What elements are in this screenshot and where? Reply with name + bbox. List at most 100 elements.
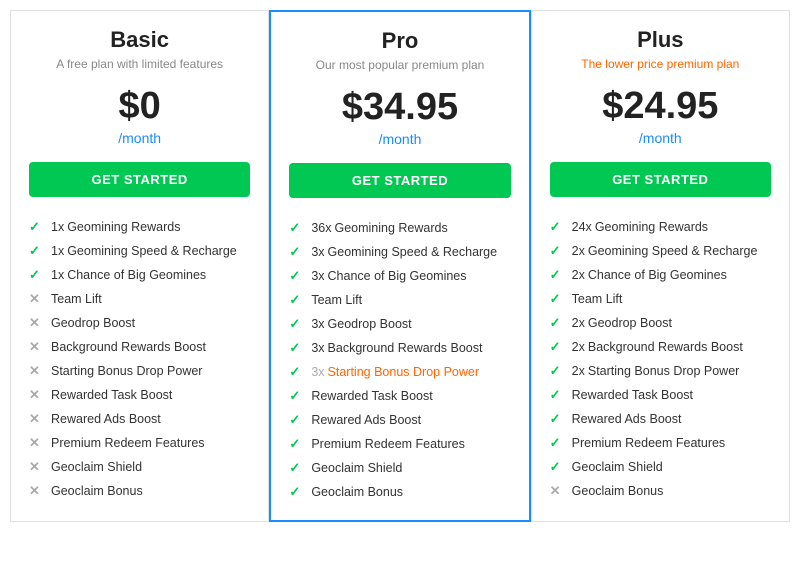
list-item: ✕ Geoclaim Bonus (29, 479, 250, 503)
get-started-button-basic[interactable]: GET STARTED (29, 162, 250, 197)
feature-text: Team Lift (572, 292, 623, 306)
feature-multiplier: 24x (572, 220, 592, 234)
plan-card-plus: PlusThe lower price premium plan$24.95/m… (531, 10, 790, 522)
feature-text: Premium Redeem Features (311, 437, 465, 451)
feature-multiplier: 2x (572, 244, 585, 258)
cross-icon: ✕ (29, 315, 45, 331)
list-item: ✓ 3x Geomining Speed & Recharge (289, 240, 510, 264)
feature-text: Geoclaim Bonus (572, 484, 664, 498)
plan-tagline-pro: Our most popular premium plan (289, 58, 510, 72)
check-icon: ✓ (550, 435, 566, 451)
check-icon: ✓ (289, 292, 305, 308)
list-item: ✓Rewarded Task Boost (289, 384, 510, 408)
feature-multiplier: 1x (51, 244, 64, 258)
feature-text: Background Rewards Boost (328, 341, 483, 355)
list-item: ✓ 2x Background Rewards Boost (550, 335, 771, 359)
list-item: ✓ 1x Geomining Speed & Recharge (29, 239, 250, 263)
feature-multiplier: 3x (311, 245, 324, 259)
check-icon: ✓ (550, 411, 566, 427)
feature-text: Geomining Speed & Recharge (328, 245, 498, 259)
feature-text: Rewared Ads Boost (51, 412, 161, 426)
list-item: ✕ Geoclaim Bonus (550, 479, 771, 503)
feature-text: Geomining Rewards (595, 220, 708, 234)
cross-icon: ✕ (29, 411, 45, 427)
plan-price-plus: $24.95 (550, 85, 771, 128)
cross-icon: ✕ (29, 483, 45, 499)
plan-card-basic: BasicA free plan with limited features$0… (10, 10, 269, 522)
feature-text: Geoclaim Bonus (311, 485, 403, 499)
get-started-button-pro[interactable]: GET STARTED (289, 163, 510, 198)
list-item: ✓ Team Lift (289, 288, 510, 312)
check-icon: ✓ (550, 459, 566, 475)
feature-text: Geodrop Boost (588, 316, 672, 330)
plan-period-pro: /month (289, 131, 510, 147)
cross-icon: ✕ (550, 483, 566, 499)
feature-text: Chance of Big Geomines (67, 268, 206, 282)
check-icon: ✓ (550, 387, 566, 403)
pricing-container: BasicA free plan with limited features$0… (0, 10, 800, 522)
list-item: ✓3x Geodrop Boost (289, 312, 510, 336)
feature-text: Geomining Speed & Recharge (588, 244, 758, 258)
features-list-pro: ✓ 36x Geomining Rewards ✓ 3x Geomining Spee… (289, 216, 510, 504)
feature-text: Team Lift (311, 293, 362, 307)
plan-name-pro: Pro (289, 28, 510, 54)
feature-text: Rewarded Task Boost (311, 389, 432, 403)
plan-period-plus: /month (550, 130, 771, 146)
feature-text: Chance of Big Geomines (328, 269, 467, 283)
cross-icon: ✕ (29, 291, 45, 307)
check-icon: ✓ (550, 243, 566, 259)
feature-multiplier: 3x (311, 341, 324, 355)
list-item: ✕Geoclaim Shield (29, 455, 250, 479)
list-item: ✓ Premium Redeem Features (289, 432, 510, 456)
plan-card-pro: Pro Our most popular premium plan $34.95/m… (269, 10, 530, 522)
plan-price-pro: $34.95 (289, 86, 510, 129)
feature-multiplier: 2x (572, 364, 585, 378)
list-item: ✕Team Lift (29, 287, 250, 311)
feature-text: Background Rewards Boost (588, 340, 743, 354)
list-item: ✕ Rewared Ads Boost (29, 407, 250, 431)
feature-multiplier: 36x (311, 221, 331, 235)
list-item: ✓Geoclaim Shield (289, 456, 510, 480)
list-item: ✕Background Rewards Boost (29, 335, 250, 359)
check-icon: ✓ (550, 267, 566, 283)
check-icon: ✓ (550, 363, 566, 379)
feature-text: Geomining Rewards (67, 220, 180, 234)
feature-text: Geomining Rewards (334, 221, 447, 235)
feature-multiplier: 2x (572, 316, 585, 330)
check-icon: ✓ (289, 484, 305, 500)
feature-text: Geodrop Boost (328, 317, 412, 331)
plan-tagline-basic: A free plan with limited features (29, 57, 250, 71)
list-item: ✓ 2x Geomining Speed & Recharge (550, 239, 771, 263)
list-item: ✓Premium Redeem Features (550, 431, 771, 455)
feature-text: Rewared Ads Boost (572, 412, 682, 426)
plan-period-basic: /month (29, 130, 250, 146)
feature-text: Geomining Speed & Recharge (67, 244, 237, 258)
feature-text: Starting Bonus Drop Power (328, 365, 479, 379)
check-icon: ✓ (29, 243, 45, 259)
cross-icon: ✕ (29, 387, 45, 403)
cross-icon: ✕ (29, 459, 45, 475)
check-icon: ✓ (289, 412, 305, 428)
check-icon: ✓ (289, 244, 305, 260)
list-item: ✓Rewared Ads Boost (289, 408, 510, 432)
check-icon: ✓ (289, 436, 305, 452)
feature-multiplier: 3x (311, 317, 324, 331)
feature-multiplier: 2x (572, 340, 585, 354)
check-icon: ✓ (289, 268, 305, 284)
list-item: ✓ 36x Geomining Rewards (289, 216, 510, 240)
get-started-button-plus[interactable]: GET STARTED (550, 162, 771, 197)
check-icon: ✓ (550, 339, 566, 355)
list-item: ✓3x Background Rewards Boost (289, 336, 510, 360)
list-item: ✓2x Geodrop Boost (550, 311, 771, 335)
feature-text: Geodrop Boost (51, 316, 135, 330)
feature-text: Geoclaim Bonus (51, 484, 143, 498)
plan-price-basic: $0 (29, 85, 250, 128)
cross-icon: ✕ (29, 435, 45, 451)
list-item: ✓3x Starting Bonus Drop Power (289, 360, 510, 384)
feature-text: Rewarded Task Boost (51, 388, 172, 402)
check-icon: ✓ (289, 220, 305, 236)
list-item: ✓ Rewared Ads Boost (550, 407, 771, 431)
list-item: ✕ Geodrop Boost (29, 311, 250, 335)
feature-text: Background Rewards Boost (51, 340, 206, 354)
list-item: ✓2x Starting Bonus Drop Power (550, 359, 771, 383)
